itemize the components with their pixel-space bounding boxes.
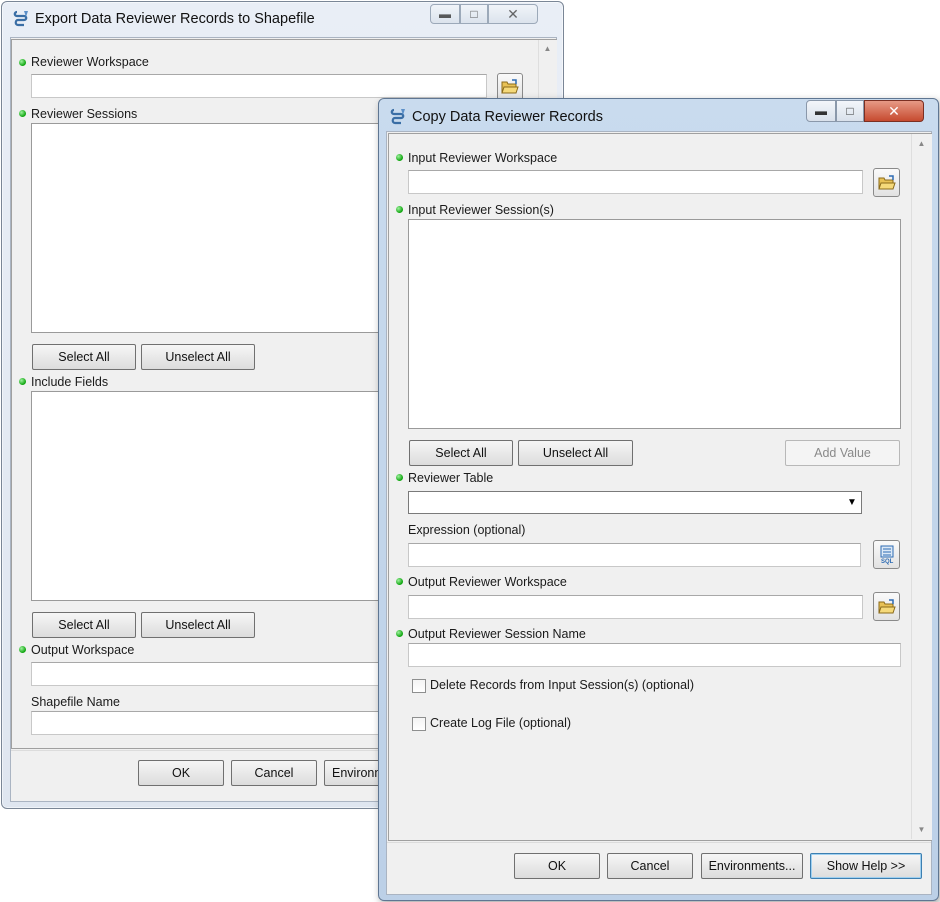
output-session-name-input[interactable] xyxy=(408,643,901,667)
close-icon: ✕ xyxy=(888,102,900,119)
browse-output-workspace-button[interactable] xyxy=(873,592,900,621)
chevron-down-icon[interactable]: ▼ xyxy=(843,492,861,513)
required-indicator-icon xyxy=(396,578,403,585)
required-indicator-icon xyxy=(19,378,26,385)
open-folder-icon xyxy=(501,79,519,94)
reviewer-sessions-label: Reviewer Sessions xyxy=(31,107,138,121)
expression-input[interactable] xyxy=(408,543,861,567)
browse-input-workspace-button[interactable] xyxy=(873,168,900,197)
delete-records-label: Delete Records from Input Session(s) (op… xyxy=(430,678,695,692)
ok-button[interactable]: OK xyxy=(514,853,600,879)
browse-workspace-button[interactable] xyxy=(497,73,523,101)
copy-scrollbar[interactable]: ▲ ▼ xyxy=(911,134,931,839)
close-button[interactable]: ✕ xyxy=(864,100,924,122)
input-workspace-label: Input Reviewer Workspace xyxy=(408,151,558,165)
maximize-icon: □ xyxy=(470,7,478,21)
environments-button[interactable]: Environments... xyxy=(701,853,803,879)
required-indicator-icon xyxy=(19,646,26,653)
open-folder-icon xyxy=(877,598,896,613)
unselect-all-button[interactable]: Unselect All xyxy=(518,440,633,466)
maximize-button[interactable]: □ xyxy=(836,100,864,122)
minimize-button[interactable]: ▬ xyxy=(806,100,836,122)
close-icon: ✕ xyxy=(507,5,519,22)
required-indicator-icon xyxy=(19,59,26,66)
copy-window-icon xyxy=(388,107,408,127)
output-workspace-label: Output Workspace xyxy=(31,643,135,657)
reviewer-workspace-label: Reviewer Workspace xyxy=(31,55,149,69)
include-fields-label: Include Fields xyxy=(31,375,109,389)
output-workspace-input[interactable] xyxy=(408,595,863,619)
sql-icon-text: SQL xyxy=(881,559,894,565)
ok-button[interactable]: OK xyxy=(138,760,224,786)
shapefile-name-label: Shapefile Name xyxy=(31,695,120,709)
required-indicator-icon xyxy=(396,154,403,161)
expression-label: Expression (optional) xyxy=(408,523,526,537)
unselect-all-button[interactable]: Unselect All xyxy=(141,612,255,638)
output-session-name-label: Output Reviewer Session Name xyxy=(408,627,586,641)
export-window-title: Export Data Reviewer Records to Shapefil… xyxy=(35,11,315,27)
scroll-down-icon[interactable]: ▼ xyxy=(912,825,931,834)
minimize-button[interactable]: ▬ xyxy=(430,4,460,24)
copy-records-window: Copy Data Reviewer Records ▬ □ ✕ ▲ ▼ Inp… xyxy=(378,98,939,901)
select-all-button[interactable]: Select All xyxy=(409,440,513,466)
input-sessions-label: Input Reviewer Session(s) xyxy=(408,203,554,217)
reviewer-workspace-input[interactable] xyxy=(31,74,487,98)
sql-query-builder-button[interactable]: SQL xyxy=(873,540,900,569)
select-all-button[interactable]: Select All xyxy=(32,612,136,638)
input-sessions-list[interactable] xyxy=(408,219,901,429)
minimize-icon: ▬ xyxy=(815,104,827,118)
add-value-button[interactable]: Add Value xyxy=(785,440,900,466)
show-help-button[interactable]: Show Help >> xyxy=(810,853,922,879)
required-indicator-icon xyxy=(396,630,403,637)
reviewer-table-label: Reviewer Table xyxy=(408,471,494,485)
required-indicator-icon xyxy=(396,474,403,481)
export-window-icon xyxy=(11,9,31,29)
maximize-button[interactable]: □ xyxy=(460,4,488,24)
select-all-button[interactable]: Select All xyxy=(32,344,136,370)
minimize-icon: ▬ xyxy=(439,7,451,21)
input-workspace-input[interactable] xyxy=(408,170,863,194)
required-indicator-icon xyxy=(19,110,26,117)
scroll-up-icon[interactable]: ▲ xyxy=(912,139,931,148)
open-folder-icon xyxy=(877,174,896,189)
delete-records-checkbox[interactable] xyxy=(412,679,426,693)
scroll-up-icon[interactable]: ▲ xyxy=(539,44,556,53)
output-workspace-label: Output Reviewer Workspace xyxy=(408,575,567,589)
close-button[interactable]: ✕ xyxy=(488,4,538,24)
copy-window-title: Copy Data Reviewer Records xyxy=(412,109,603,125)
maximize-icon: □ xyxy=(846,104,854,118)
cancel-button[interactable]: Cancel xyxy=(607,853,693,879)
reviewer-table-dropdown[interactable]: ▼ xyxy=(408,491,862,514)
cancel-button[interactable]: Cancel xyxy=(231,760,317,786)
unselect-all-button[interactable]: Unselect All xyxy=(141,344,255,370)
required-indicator-icon xyxy=(396,206,403,213)
create-log-label: Create Log File (optional) xyxy=(430,716,572,730)
create-log-checkbox[interactable] xyxy=(412,717,426,731)
